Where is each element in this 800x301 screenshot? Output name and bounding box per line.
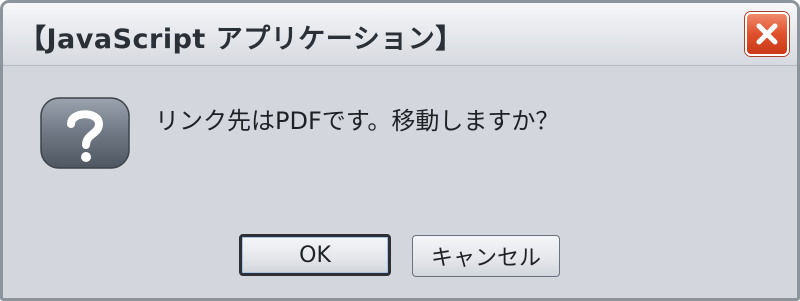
ok-button[interactable]: OK <box>239 234 391 276</box>
close-button[interactable] <box>745 12 789 56</box>
title-bar[interactable]: 【JavaScript アプリケーション】 <box>3 3 797 66</box>
cancel-button[interactable]: キャンセル <box>412 235 560 277</box>
alert-dialog: 【JavaScript アプリケーション】 リンク先はPDFです。移動しますか？… <box>0 0 800 301</box>
window-title: 【JavaScript アプリケーション】 <box>19 24 463 55</box>
question-icon <box>40 97 130 169</box>
close-icon <box>756 23 778 45</box>
dialog-message: リンク先はPDFです。移動しますか？ <box>155 107 560 135</box>
